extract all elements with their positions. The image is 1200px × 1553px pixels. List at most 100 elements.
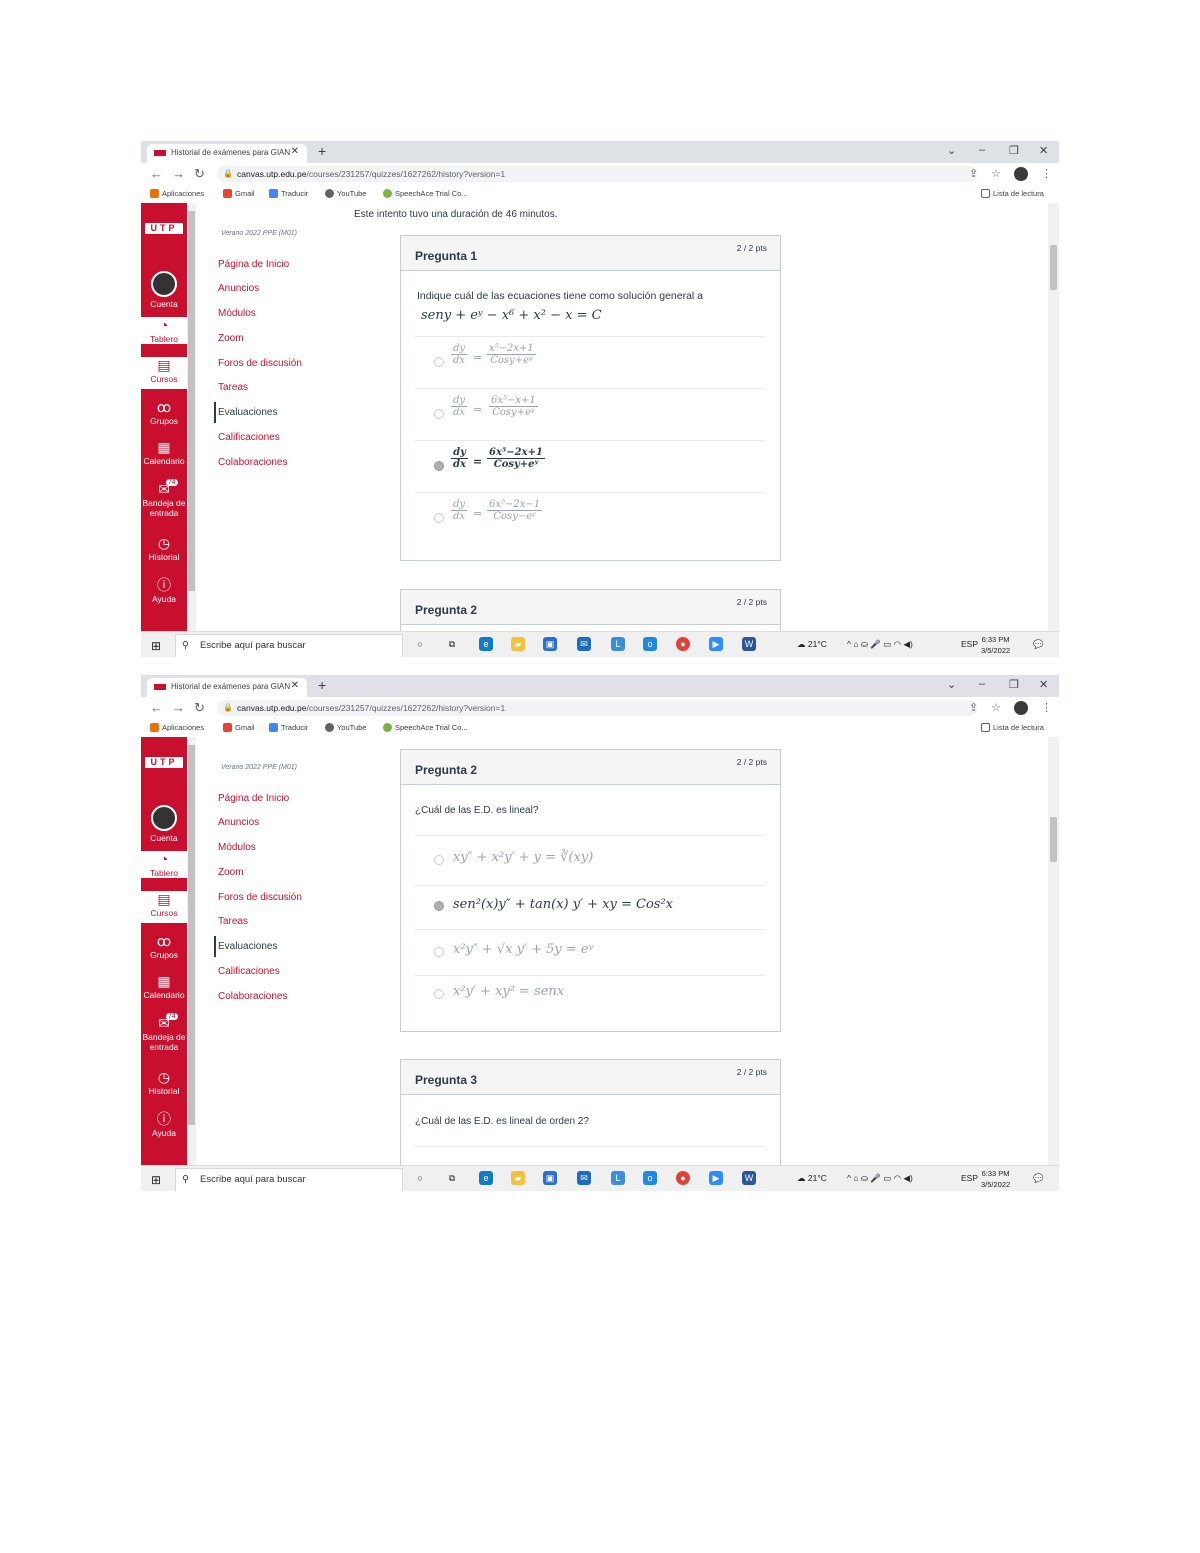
forward-icon[interactable]: → (172, 700, 185, 715)
forward-icon[interactable]: → (172, 166, 185, 181)
star-icon[interactable]: ☆ (991, 701, 1001, 714)
bookmark-speechace[interactable]: SpeechAce Trial Co... (383, 189, 468, 198)
course-nav-modulos[interactable]: Módulos (218, 842, 256, 853)
course-nav-inicio[interactable]: Página de Inicio (218, 259, 289, 270)
restore-icon[interactable]: ❐ (1009, 678, 1019, 691)
bookmark-youtube[interactable]: YouTube (325, 189, 366, 198)
course-nav-modulos[interactable]: Módulos (218, 308, 256, 319)
weather-tray[interactable]: ☁ 21°C (797, 1173, 827, 1184)
left-scrollbar[interactable] (187, 203, 196, 631)
course-nav-calificaciones[interactable]: Calificaciones (218, 432, 280, 443)
bookmark-gmail[interactable]: Gmail (223, 189, 255, 198)
nav-cuenta[interactable]: Cuenta (141, 271, 187, 309)
tab-search-icon[interactable]: ⌄ (947, 144, 956, 157)
store-icon[interactable]: ▣ (543, 637, 557, 651)
answer-option[interactable]: dy dx = 6x⁵−x+1 Cosy+eʸ (415, 388, 765, 441)
restore-icon[interactable]: ❐ (1009, 144, 1019, 157)
answer-option[interactable] (415, 1146, 765, 1165)
close-window-icon[interactable]: ✕ (1039, 144, 1048, 157)
answer-option[interactable]: dy dx = 6x⁵−2x−1 Cosy−eʸ (415, 492, 765, 545)
bookmark-translate[interactable]: Traducir (269, 723, 308, 732)
utp-logo[interactable]: UTP (145, 757, 183, 768)
nav-cuenta[interactable]: Cuenta (141, 805, 187, 843)
answer-radio[interactable] (434, 357, 444, 367)
nav-ayuda[interactable]: ⓘ Ayuda (141, 1111, 187, 1138)
taskbar-clock[interactable]: 6:33 PM 3/5/2022 (981, 1168, 1010, 1190)
course-nav-evaluaciones[interactable]: Evaluaciones (214, 936, 277, 957)
tab-search-icon[interactable]: ⌄ (947, 678, 956, 691)
nav-grupos[interactable]: ꝏ Grupos (141, 399, 187, 426)
menu-icon[interactable]: ⋮ (1041, 167, 1052, 180)
outlook-icon[interactable]: o (643, 637, 657, 651)
back-icon[interactable]: ← (150, 166, 163, 181)
edge-icon[interactable]: e (479, 1171, 493, 1185)
bookmark-apps[interactable]: Aplicaciones (150, 723, 204, 732)
file-explorer-icon[interactable]: ▰ (511, 1171, 525, 1185)
cortana-icon[interactable]: ○ (413, 637, 427, 651)
url-field[interactable]: 🔒 canvas.utp.edu.pe/courses/231257/quizz… (217, 700, 977, 716)
share-icon[interactable]: ⇪ (969, 167, 978, 180)
course-nav-foros[interactable]: Foros de discusión (218, 892, 302, 903)
windows-start-icon[interactable]: ⊞ (151, 639, 161, 653)
nav-bandeja[interactable]: ✉ 74 Bandeja de entrada (141, 1013, 187, 1052)
course-nav-colaboraciones[interactable]: Colaboraciones (218, 991, 288, 1002)
zoom-icon[interactable]: ▶ (709, 637, 723, 651)
word-icon[interactable]: W (742, 1171, 756, 1185)
answer-option-selected[interactable]: sen²(x)y″ + tan(x) y′ + xy = Cos²x (415, 885, 765, 930)
bookmark-apps[interactable]: Aplicaciones (150, 189, 204, 198)
nav-ayuda[interactable]: ⓘ Ayuda (141, 577, 187, 604)
nav-calendario[interactable]: ▦ Calendario (141, 973, 187, 1000)
taskbar-search[interactable]: ⚲ Escribe aquí para buscar (175, 634, 403, 657)
nav-tablero[interactable]: ◔ Tablero (141, 317, 187, 344)
task-view-icon[interactable]: ⧉ (445, 637, 459, 651)
back-icon[interactable]: ← (150, 700, 163, 715)
word-icon[interactable]: W (742, 637, 756, 651)
page-scrollbar[interactable] (1048, 737, 1059, 1165)
course-nav-anuncios[interactable]: Anuncios (218, 817, 259, 828)
bookmark-translate[interactable]: Traducir (269, 189, 308, 198)
store-icon[interactable]: ▣ (543, 1171, 557, 1185)
new-tab-button[interactable]: + (318, 677, 326, 693)
answer-radio-selected[interactable] (434, 901, 444, 911)
answer-radio[interactable] (434, 513, 444, 523)
menu-icon[interactable]: ⋮ (1041, 701, 1052, 714)
nav-grupos[interactable]: ꝏ Grupos (141, 933, 187, 960)
bookmark-speechace[interactable]: SpeechAce Trial Co... (383, 723, 468, 732)
reload-icon[interactable]: ↻ (194, 166, 205, 182)
taskbar-clock[interactable]: 6:33 PM 3/5/2022 (981, 634, 1010, 656)
course-nav-tareas[interactable]: Tareas (218, 382, 248, 393)
reload-icon[interactable]: ↻ (194, 700, 205, 716)
minimize-icon[interactable]: – (979, 678, 985, 690)
profile-avatar[interactable] (1014, 701, 1028, 715)
language-indicator[interactable]: ESP (961, 639, 978, 649)
notifications-icon[interactable]: 💬 (1033, 1173, 1044, 1184)
nav-tablero[interactable]: ◔ Tablero (141, 851, 187, 878)
course-nav-evaluaciones[interactable]: Evaluaciones (214, 402, 277, 423)
course-nav-anuncios[interactable]: Anuncios (218, 283, 259, 294)
reading-list[interactable]: Lista de lectura (981, 723, 1044, 732)
close-window-icon[interactable]: ✕ (1039, 678, 1048, 691)
nav-historial[interactable]: ◷ Historial (141, 535, 187, 562)
minimize-icon[interactable]: – (979, 144, 985, 156)
share-icon[interactable]: ⇪ (969, 701, 978, 714)
bookmark-youtube[interactable]: YouTube (325, 723, 366, 732)
lync-icon[interactable]: L (611, 637, 625, 651)
nav-cursos[interactable]: ▤ Cursos (141, 357, 187, 389)
utp-logo[interactable]: UTP (145, 223, 183, 234)
course-nav-tareas[interactable]: Tareas (218, 916, 248, 927)
answer-radio[interactable] (434, 409, 444, 419)
language-indicator[interactable]: ESP (961, 1173, 978, 1183)
browser-tab[interactable]: Historial de exámenes para GIAN ✕ (147, 144, 307, 163)
nav-calendario[interactable]: ▦ Calendario (141, 439, 187, 466)
tray-icons[interactable]: ^ ⌂ ⛀ 🎤 ▭ ◠ ◀) (847, 639, 913, 650)
url-field[interactable]: 🔒 canvas.utp.edu.pe/courses/231257/quizz… (217, 166, 977, 182)
edge-icon[interactable]: e (479, 637, 493, 651)
close-tab-icon[interactable]: ✕ (291, 146, 299, 157)
weather-tray[interactable]: ☁ 21°C (797, 639, 827, 650)
mail-icon[interactable]: ✉ (577, 1171, 591, 1185)
answer-radio[interactable] (434, 989, 444, 999)
nav-cursos[interactable]: ▤ Cursos (141, 891, 187, 923)
answer-option[interactable]: xy″ + x²y′ + y = ∛(xy) (415, 835, 765, 886)
chrome-icon[interactable]: ● (676, 1171, 690, 1185)
notifications-icon[interactable]: 💬 (1033, 639, 1044, 650)
